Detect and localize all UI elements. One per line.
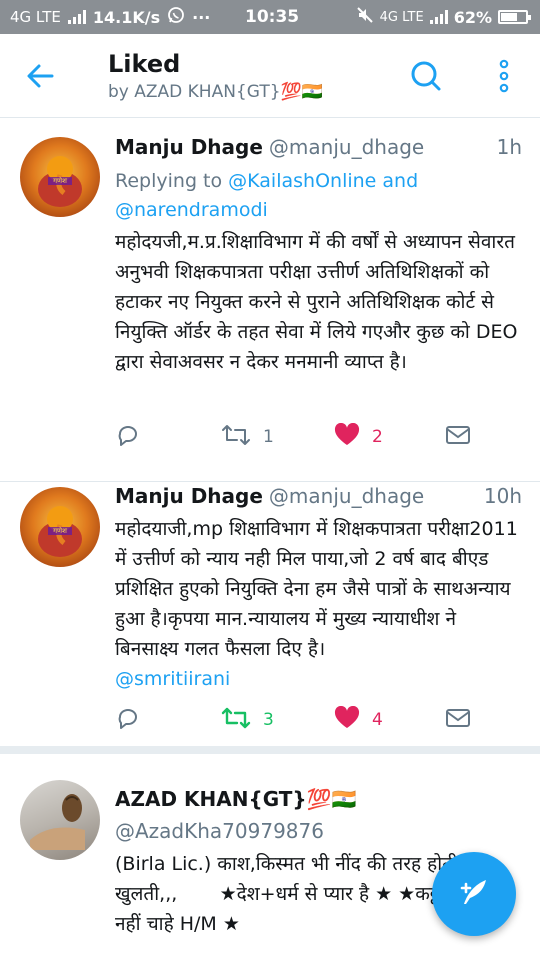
- retweet-icon: [221, 705, 251, 736]
- avatar[interactable]: [20, 780, 100, 860]
- network-type: 4G LTE: [10, 8, 61, 26]
- replying-prefix: Replying to: [115, 170, 229, 192]
- reply-button[interactable]: [115, 705, 141, 735]
- compose-button[interactable]: [432, 852, 516, 936]
- retweet-count: 1: [263, 427, 274, 447]
- more-notifications: ···: [192, 7, 211, 27]
- svg-text:गणेश: गणेश: [53, 176, 67, 185]
- heart-icon: [334, 705, 360, 735]
- display-name[interactable]: AZAD KHAN{GT}💯🇮🇳: [115, 787, 356, 811]
- data-speed: 14.1K/s: [92, 7, 161, 27]
- page-title: Liked: [108, 50, 181, 78]
- display-name[interactable]: Manju Dhage: [115, 484, 263, 508]
- avatar[interactable]: गणेश: [20, 487, 100, 567]
- status-bar: 4G LTE 14.1K/s ··· 10:35 4G LTE 62%: [0, 0, 540, 34]
- tweet-text: महोदयाजी,mp शिक्षाविभाग में शिक्षकपात्रत…: [115, 514, 522, 694]
- search-icon[interactable]: [408, 58, 444, 94]
- mention-link[interactable]: @KailashOnline and: [228, 170, 418, 192]
- like-button[interactable]: 4: [334, 705, 383, 735]
- user-handle: @AzadKha70979876: [115, 819, 324, 843]
- svg-text:गणेश: गणेश: [53, 526, 67, 535]
- replying-to: Replying to @KailashOnline and @narendra…: [115, 167, 522, 225]
- tweet[interactable]: गणेश Manju Dhage @manju_dhage 10h महोदयाज…: [0, 482, 540, 746]
- mention-link[interactable]: @smritiirani: [115, 668, 230, 690]
- reply-icon: [115, 705, 141, 736]
- battery-icon: [498, 10, 531, 24]
- tweet[interactable]: गणेश Manju Dhage @manju_dhage 1h Replying…: [0, 119, 540, 481]
- like-count: 2: [372, 427, 383, 447]
- app-bar: Liked by AZAD KHAN{GT}💯🇮🇳: [0, 34, 540, 118]
- like-count: 4: [372, 710, 383, 730]
- retweet-icon: [221, 422, 251, 453]
- signal-icon: [67, 10, 86, 24]
- reply-button[interactable]: [115, 422, 141, 452]
- envelope-icon: [445, 707, 471, 734]
- share-dm-button[interactable]: [445, 422, 471, 452]
- mute-icon: [356, 6, 374, 28]
- user-handle: @manju_dhage: [268, 484, 425, 508]
- share-dm-button[interactable]: [445, 705, 471, 735]
- network-type-right: 4G LTE: [379, 9, 424, 25]
- page-subtitle: by AZAD KHAN{GT}💯🇮🇳: [108, 82, 323, 102]
- like-button[interactable]: 2: [334, 422, 383, 452]
- retweet-button[interactable]: 1: [221, 422, 274, 452]
- battery-percent: 62%: [453, 7, 492, 27]
- reply-icon: [115, 422, 141, 453]
- section-separator: [0, 746, 540, 754]
- signal-icon-right: [429, 10, 448, 24]
- timestamp: 1h: [496, 135, 522, 159]
- timestamp: 10h: [483, 484, 522, 508]
- envelope-icon: [445, 424, 471, 451]
- avatar[interactable]: गणेश: [20, 137, 100, 217]
- compose-feather-icon: [456, 874, 492, 914]
- tweet-text: महोदयजी,म.प्र.शिक्षाविभाग में की वर्षों …: [115, 231, 518, 373]
- heart-icon: [334, 422, 360, 452]
- retweet-count: 3: [263, 710, 274, 730]
- display-name[interactable]: Manju Dhage: [115, 135, 263, 159]
- whatsapp-icon: [167, 6, 185, 28]
- more-vertical-icon[interactable]: [494, 58, 514, 94]
- mention-link[interactable]: @narendramodi: [115, 199, 268, 221]
- retweet-button[interactable]: 3: [221, 705, 274, 735]
- tweet-text-body: महोदयाजी,mp शिक्षाविभाग में शिक्षकपात्रत…: [115, 518, 518, 660]
- tweet-actions: 3 4: [115, 705, 520, 735]
- user-handle: @manju_dhage: [268, 135, 425, 159]
- clock: 10:35: [245, 7, 300, 27]
- back-arrow-icon[interactable]: [22, 60, 62, 92]
- tweet-actions: 1 2: [115, 422, 520, 452]
